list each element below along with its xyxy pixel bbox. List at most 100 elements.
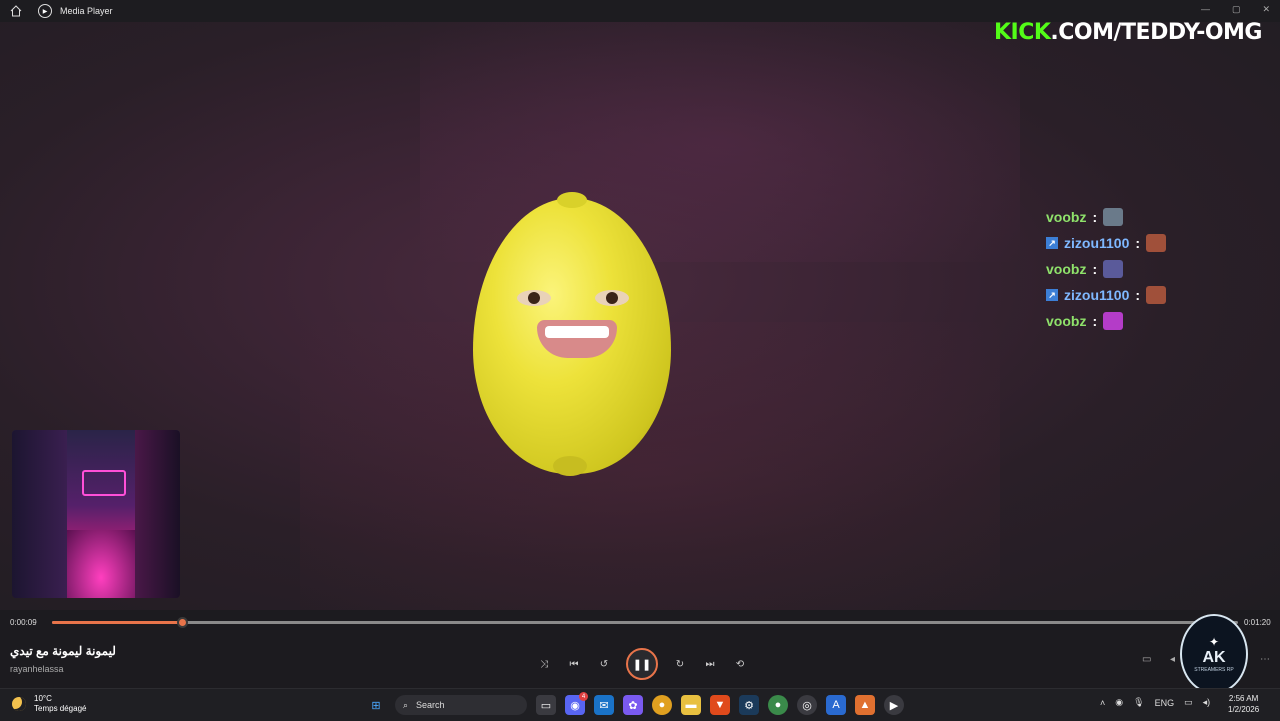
close-icon[interactable]: ✕ [1262,4,1270,15]
steam-icon[interactable]: ⚙ [739,695,759,715]
chevron-up-icon[interactable]: ˄ [1100,698,1105,708]
subscriber-badge-icon: ↗ [1046,289,1058,301]
emote-icon [1103,312,1124,330]
lemon-right-eye [595,290,629,306]
copilot-icon[interactable]: ✿ [623,695,643,715]
windows-start-icon[interactable]: ⊞ [366,695,386,715]
microphone-icon[interactable]: 🎙 [1133,697,1144,708]
emote-icon [1146,286,1167,304]
pause-button[interactable]: ❚❚ [626,648,658,680]
phoenix-icon: ✦ [1208,635,1220,649]
search-label: Search [416,700,445,710]
clock-date: 1/2/2026 [1228,705,1260,714]
song-title: ليمونة ليمونة مع تيدي [10,644,116,658]
temperature: 10°C [34,694,52,703]
seek-bar[interactable] [52,617,1238,628]
obs-icon[interactable]: ◎ [797,695,817,715]
emote-icon [1146,234,1167,252]
search-icon: ⌕ [403,699,409,710]
chat-message: voobz: [1046,204,1166,230]
forward-30-icon[interactable]: ↻ [672,656,688,672]
elapsed-time: 0:00:09 [10,618,37,627]
album-art[interactable] [12,430,180,598]
media-player-taskbar-icon[interactable]: ▶ [884,695,904,715]
outlook-icon[interactable]: ✉ [594,695,614,715]
clock-time: 2:56 AM [1228,694,1259,703]
discord-tray-icon[interactable]: ◉ [1115,697,1123,708]
title-bar: ▶ Media Player — ▢ ✕ [0,0,1280,22]
rewind-10-icon[interactable]: ↺ [596,656,612,672]
chat-message: voobz: [1046,256,1166,282]
lemon-mouth [537,320,617,358]
chat-username: voobz [1046,261,1087,277]
chat-username: voobz [1046,313,1087,329]
discord-icon[interactable]: ◉ 4 [565,692,588,715]
repeat-off-icon[interactable]: ⟲ [732,656,748,672]
lemon-bottom-tip [553,456,587,476]
weather-widget[interactable]: 10°C Temps dégagé [12,694,86,714]
chat-separator: : [1135,235,1141,251]
lemon-top-tip [557,192,587,208]
weather-condition: Temps dégagé [34,704,87,713]
seek-thumb[interactable] [177,617,189,628]
album-art-wall [135,430,180,598]
playback-controls: 0:00:09 0:01:20 ليمونة ليمونة مع تيدي ra… [0,610,1280,688]
emote-icon [1103,260,1124,278]
chat-message: ↗ zizou1100: [1046,282,1167,308]
search-box[interactable]: ⌕ Search [395,695,527,715]
chat-username: zizou1100 [1064,287,1130,303]
chrome-icon[interactable]: ● [652,695,672,715]
seek-bar-progress [52,621,183,624]
miniplayer-icon[interactable]: ▭ [1142,654,1151,665]
window-controls: — ▢ ✕ [1201,4,1270,15]
album-art-wall [12,430,67,598]
shuffle-icon[interactable]: ⤨ [536,656,552,672]
chat-separator: : [1135,287,1141,303]
subscriber-badge-icon: ↗ [1046,237,1058,249]
background-haze [420,22,1020,262]
emote-icon [1103,208,1124,226]
volume-icon[interactable]: ◂ [1170,654,1175,665]
more-options-icon[interactable]: ⋯ [1260,654,1270,665]
chrome-profile-icon[interactable]: ● [768,695,788,715]
network-icon[interactable]: ▭ [1184,697,1193,708]
album-art-street [67,530,135,598]
app-store-icon[interactable]: A [826,695,846,715]
language-indicator[interactable]: ENG [1155,698,1175,708]
chat-overlay: voobz: ↗ zizou1100: voobz: ↗ zizou1100: vo… [1046,204,1167,334]
chat-separator: : [1092,209,1098,225]
logo-label: AK [1202,649,1226,666]
moon-icon [12,697,26,711]
chat-username: zizou1100 [1064,235,1130,251]
chat-message: ↗ zizou1100: [1046,230,1167,256]
chat-separator: : [1092,313,1098,329]
kick-channel: .COM/TEDDY-OMG [1050,20,1262,45]
album-art-neon-sign [82,470,126,496]
minimize-icon[interactable]: — [1201,4,1210,15]
next-track-icon[interactable]: ⏭ [702,656,718,672]
home-icon[interactable] [10,5,22,17]
task-view-icon[interactable]: ▭ [536,695,556,715]
brave-icon[interactable]: ▼ [710,695,730,715]
chat-message: voobz: [1046,308,1166,334]
maximize-icon[interactable]: ▢ [1232,4,1241,15]
streamer-logo-badge: ✦ AK STREAMERS RP [1180,614,1248,694]
aseprite-icon[interactable]: ▲ [855,695,875,715]
chat-separator: : [1092,261,1098,277]
logo-sublabel: STREAMERS RP [1194,667,1234,673]
windows-taskbar: 10°C Temps dégagé ⊞ ⌕ Search ▭ ◉ 4 ✉ ✿ ● … [0,688,1280,721]
total-duration: 0:01:20 [1244,618,1271,627]
clock[interactable]: 2:56 AM 1/2/2026 [1228,693,1259,715]
previous-track-icon[interactable]: ⏮ [566,656,582,672]
notification-badge: 4 [579,692,588,701]
media-player-app-icon: ▶ [38,4,52,18]
file-explorer-icon[interactable]: ▬ [681,695,701,715]
window-title: Media Player [60,6,113,16]
lemon-left-eye [517,290,551,306]
speaker-icon[interactable]: ◂) [1203,697,1211,708]
transport-buttons: ⤨ ⏮ ↺ ❚❚ ↻ ⏭ ⟲ [536,648,748,680]
stream-overlay-url: KICK.COM/TEDDY-OMG [993,20,1263,45]
chat-username: voobz [1046,209,1087,225]
artist-name[interactable]: rayanhelassa [10,664,64,674]
kick-brand: KICK [993,20,1051,45]
